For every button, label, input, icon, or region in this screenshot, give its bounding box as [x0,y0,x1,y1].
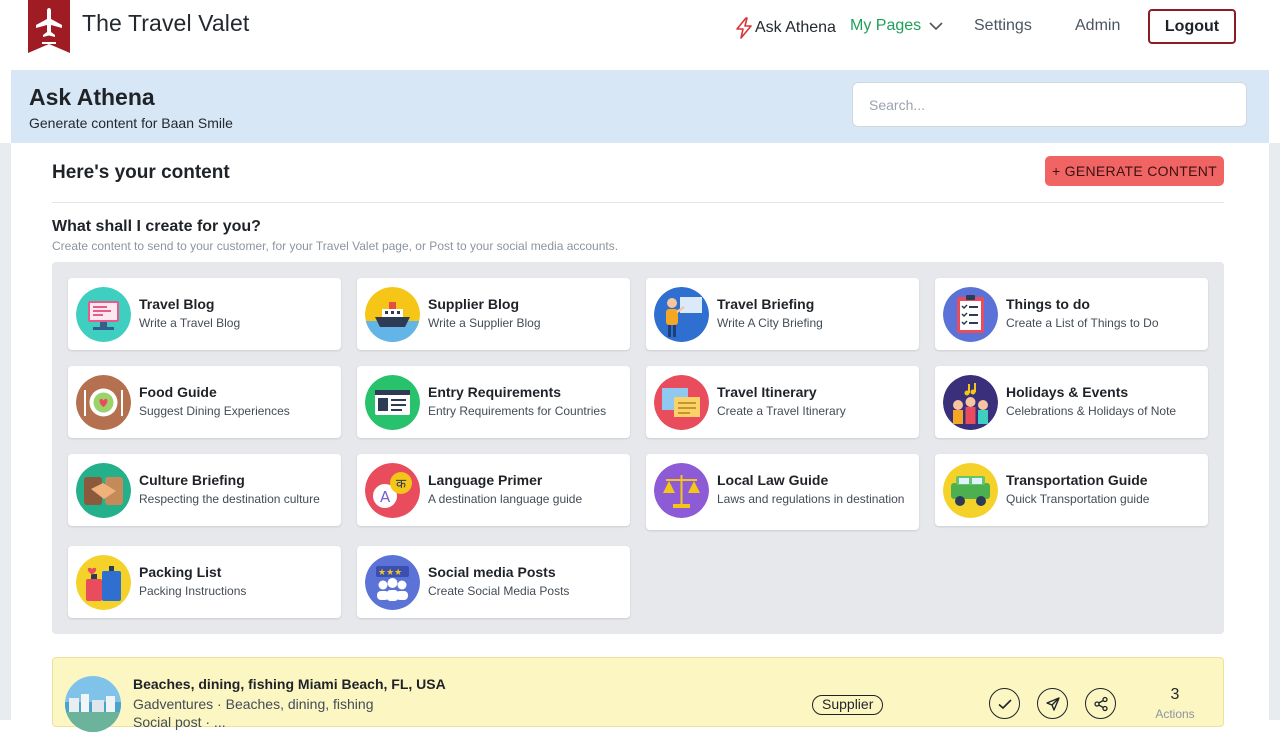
card-food-guide[interactable]: Food Guide Suggest Dining Experiences [68,366,341,438]
card-description: Respecting the destination culture [139,492,320,506]
svg-text:क: क [396,477,407,492]
main-nav: Ask Athena My Pages Settings Admin Logou… [0,0,1280,60]
card-supplier-blog[interactable]: Supplier Blog Write a Supplier Blog [357,278,630,350]
scales-icon [654,463,709,518]
search-input[interactable] [852,82,1247,127]
status-badge: Supplier [812,695,884,715]
card-things-to-do[interactable]: Things to do Create a List of Things to … [935,278,1208,350]
chevron-down-icon [928,18,944,34]
card-title: Culture Briefing [139,472,245,488]
card-title: Travel Itinerary [717,384,817,400]
share-icon [1093,696,1109,712]
card-travel-blog[interactable]: Travel Blog Write a Travel Blog [68,278,341,350]
card-entry-requirements[interactable]: Entry Requirements Entry Requirements fo… [357,366,630,438]
card-title: Things to do [1006,296,1090,312]
card-description: Write a Travel Blog [139,316,241,330]
card-title: Travel Briefing [717,296,815,312]
nav-ask-athena[interactable]: Ask Athena [734,17,836,39]
card-description: Write a Supplier Blog [428,316,541,330]
page-header: Ask Athena Generate content for Baan Smi… [11,70,1269,143]
handshake-icon [76,463,131,518]
nav-mypages-label: My Pages [850,17,922,34]
lightning-icon [734,17,754,39]
card-local-law-guide[interactable]: Local Law Guide Laws and regulations in … [646,454,919,530]
top-navigation-bar: The Travel Valet Ask Athena My Pages Set… [0,0,1280,70]
item-subtitle-2: Social post · ... [133,714,226,730]
card-description: Write A City Briefing [717,316,823,330]
card-description: Create a Travel Itinerary [717,404,846,418]
card-description: Suggest Dining Experiences [139,404,290,418]
card-title: Social media Posts [428,564,556,580]
card-description: Quick Transportation guide [1006,492,1150,506]
paper-plane-icon [1045,696,1061,712]
card-title: Packing List [139,564,222,580]
divider [52,202,1224,203]
card-travel-itinerary[interactable]: Travel Itinerary Create a Travel Itinera… [646,366,919,438]
nav-ask-label: Ask Athena [755,19,836,36]
beach-thumbnail [65,676,121,732]
check-icon [997,696,1013,712]
ship-icon [365,287,420,342]
card-culture-briefing[interactable]: Culture Briefing Respecting the destinat… [68,454,341,526]
presenter-icon [654,287,709,342]
card-description: Celebrations & Holidays of Note [1006,404,1177,418]
nav-settings[interactable]: Settings [974,17,1032,35]
card-description: Laws and regulations in destination [717,492,905,506]
card-title: Transportation Guide [1006,472,1148,488]
card-transportation-guide[interactable]: Transportation Guide Quick Transportatio… [935,454,1208,526]
actions-label: Actions [1155,707,1195,721]
item-subtitle: Gadventures · Beaches, dining, fishing [133,696,374,712]
section-title: What shall I create for you? [52,218,261,235]
card-title: Food Guide [139,384,217,400]
logout-button[interactable]: Logout [1148,9,1236,44]
card-description: A destination language guide [428,492,583,506]
luggage-icon [76,555,131,610]
card-title: Holidays & Events [1006,384,1129,400]
generate-content-button[interactable]: + GENERATE CONTENT [1045,156,1224,186]
section-subtitle: Create content to send to your customer,… [52,239,619,253]
approve-button[interactable] [989,688,1020,719]
svg-text:★★★: ★★★ [378,568,402,578]
card-packing-list[interactable]: Packing List Packing Instructions [68,546,341,618]
card-description: Create Social Media Posts [428,584,570,598]
actions-count: 3 [1170,686,1180,703]
nav-admin[interactable]: Admin [1075,17,1120,35]
send-button[interactable] [1037,688,1068,719]
page-title: Ask Athena [29,84,155,110]
translate-icon: Aक [365,463,420,518]
card-social-media-posts[interactable]: ★★★ Social media Posts Create Social Med… [357,546,630,618]
content-list-item[interactable]: Beaches, dining, fishing Miami Beach, FL… [52,657,1224,732]
card-title: Travel Blog [139,296,215,312]
card-description: Create a List of Things to Do [1006,316,1159,330]
itinerary-icon [654,375,709,430]
dining-icon [76,375,131,430]
card-holidays-events[interactable]: Holidays & Events Celebrations & Holiday… [935,366,1208,438]
right-gutter [1269,143,1280,720]
card-travel-briefing[interactable]: Travel Briefing Write A City Briefing [646,278,919,350]
card-title: Language Primer [428,472,543,488]
card-title: Supplier Blog [428,296,519,312]
card-description: Packing Instructions [139,584,247,598]
celebration-icon [943,375,998,430]
nav-my-pages[interactable]: My Pages [850,17,944,35]
left-gutter [0,143,11,720]
card-language-primer[interactable]: Aक Language Primer A destination languag… [357,454,630,526]
card-description: Entry Requirements for Countries [428,404,607,418]
item-title[interactable]: Beaches, dining, fishing Miami Beach, FL… [133,676,446,692]
passport-icon [365,375,420,430]
computer-icon [76,287,131,342]
content-type-grid: Travel Blog Write a Travel Blog Supplier… [52,262,1224,634]
share-button[interactable] [1085,688,1116,719]
card-title: Local Law Guide [717,472,829,488]
card-title: Entry Requirements [428,384,562,400]
checklist-icon [943,287,998,342]
svg-text:A: A [380,488,391,506]
social-icon: ★★★ [365,555,420,610]
page-subtitle: Generate content for Baan Smile [29,115,233,131]
content-title: Here's your content [52,162,230,183]
vehicle-icon [943,463,998,518]
